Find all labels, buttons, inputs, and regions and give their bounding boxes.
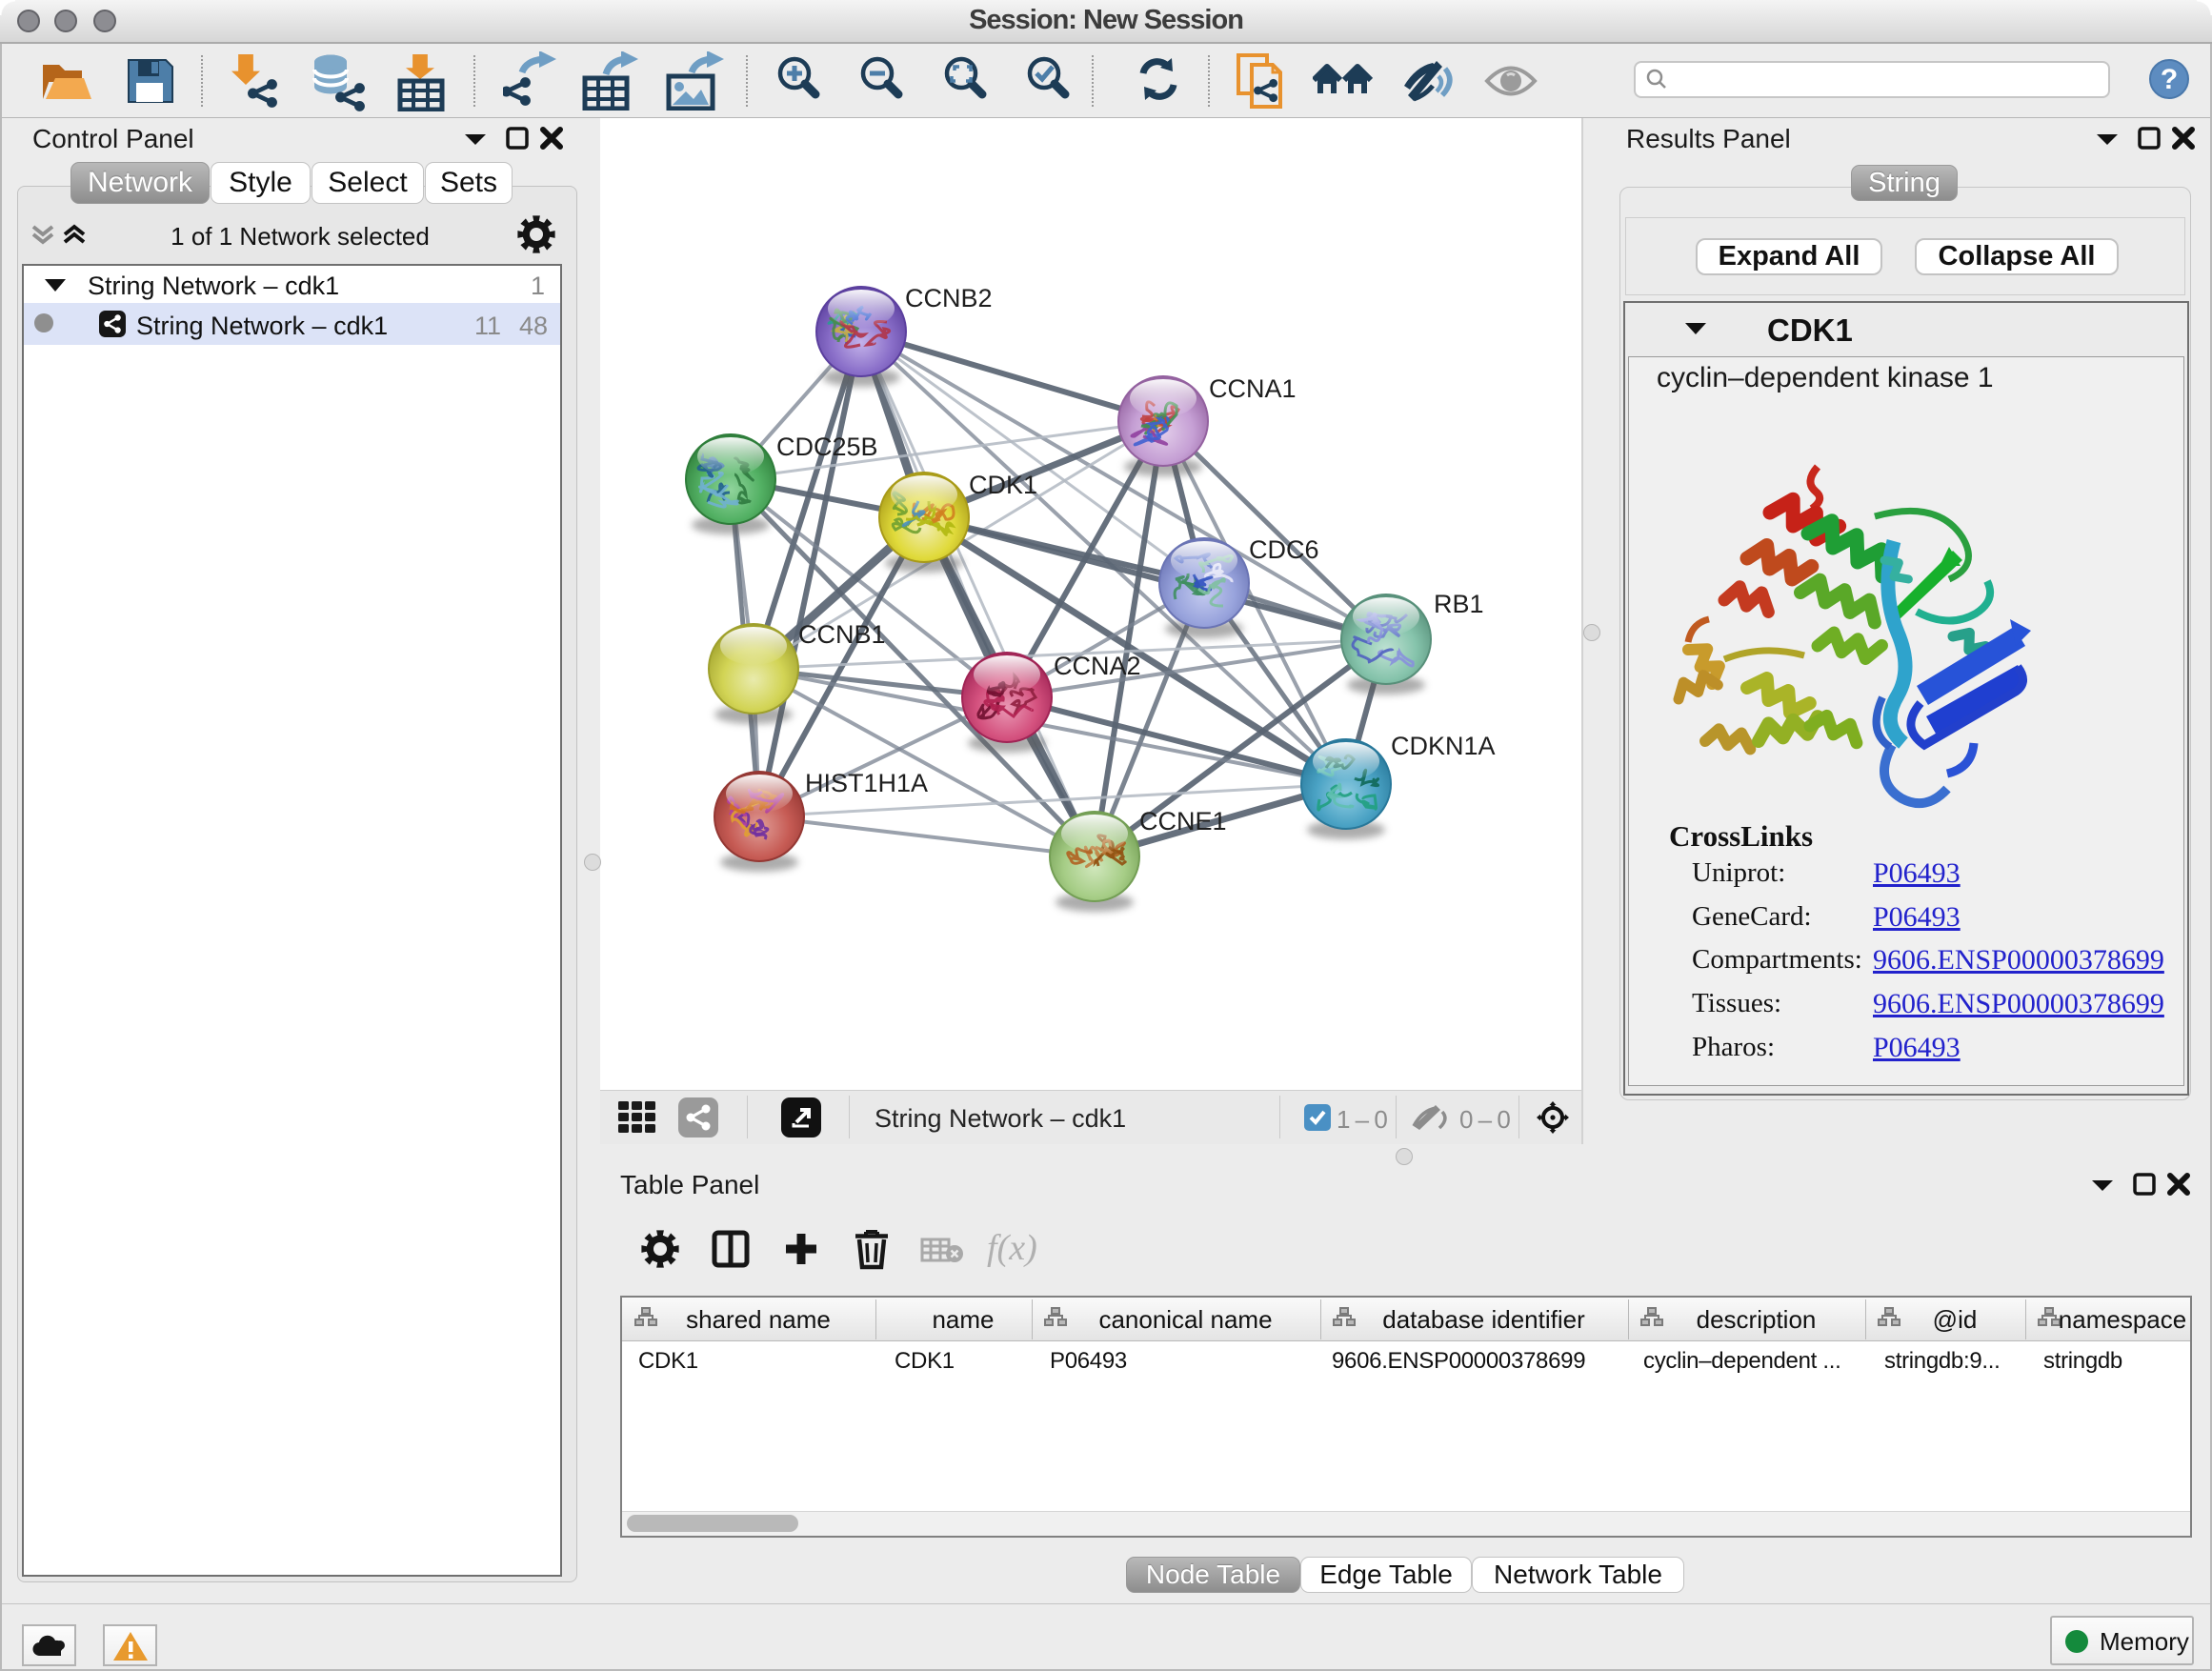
svg-text:CDC25B: CDC25B bbox=[776, 433, 878, 461]
svg-text:CCNA1: CCNA1 bbox=[1209, 374, 1297, 403]
svg-text:CCNB1: CCNB1 bbox=[798, 620, 886, 649]
svg-text:CCNA2: CCNA2 bbox=[1054, 652, 1141, 680]
svg-text:CDC6: CDC6 bbox=[1249, 535, 1319, 564]
svg-text:CDKN1A: CDKN1A bbox=[1391, 732, 1496, 760]
svg-text:CCNB2: CCNB2 bbox=[905, 284, 993, 312]
svg-text:CDK1: CDK1 bbox=[969, 471, 1037, 499]
svg-text:RB1: RB1 bbox=[1434, 590, 1484, 618]
svg-text:CCNE1: CCNE1 bbox=[1139, 807, 1227, 836]
svg-text:HIST1H1A: HIST1H1A bbox=[805, 769, 928, 797]
